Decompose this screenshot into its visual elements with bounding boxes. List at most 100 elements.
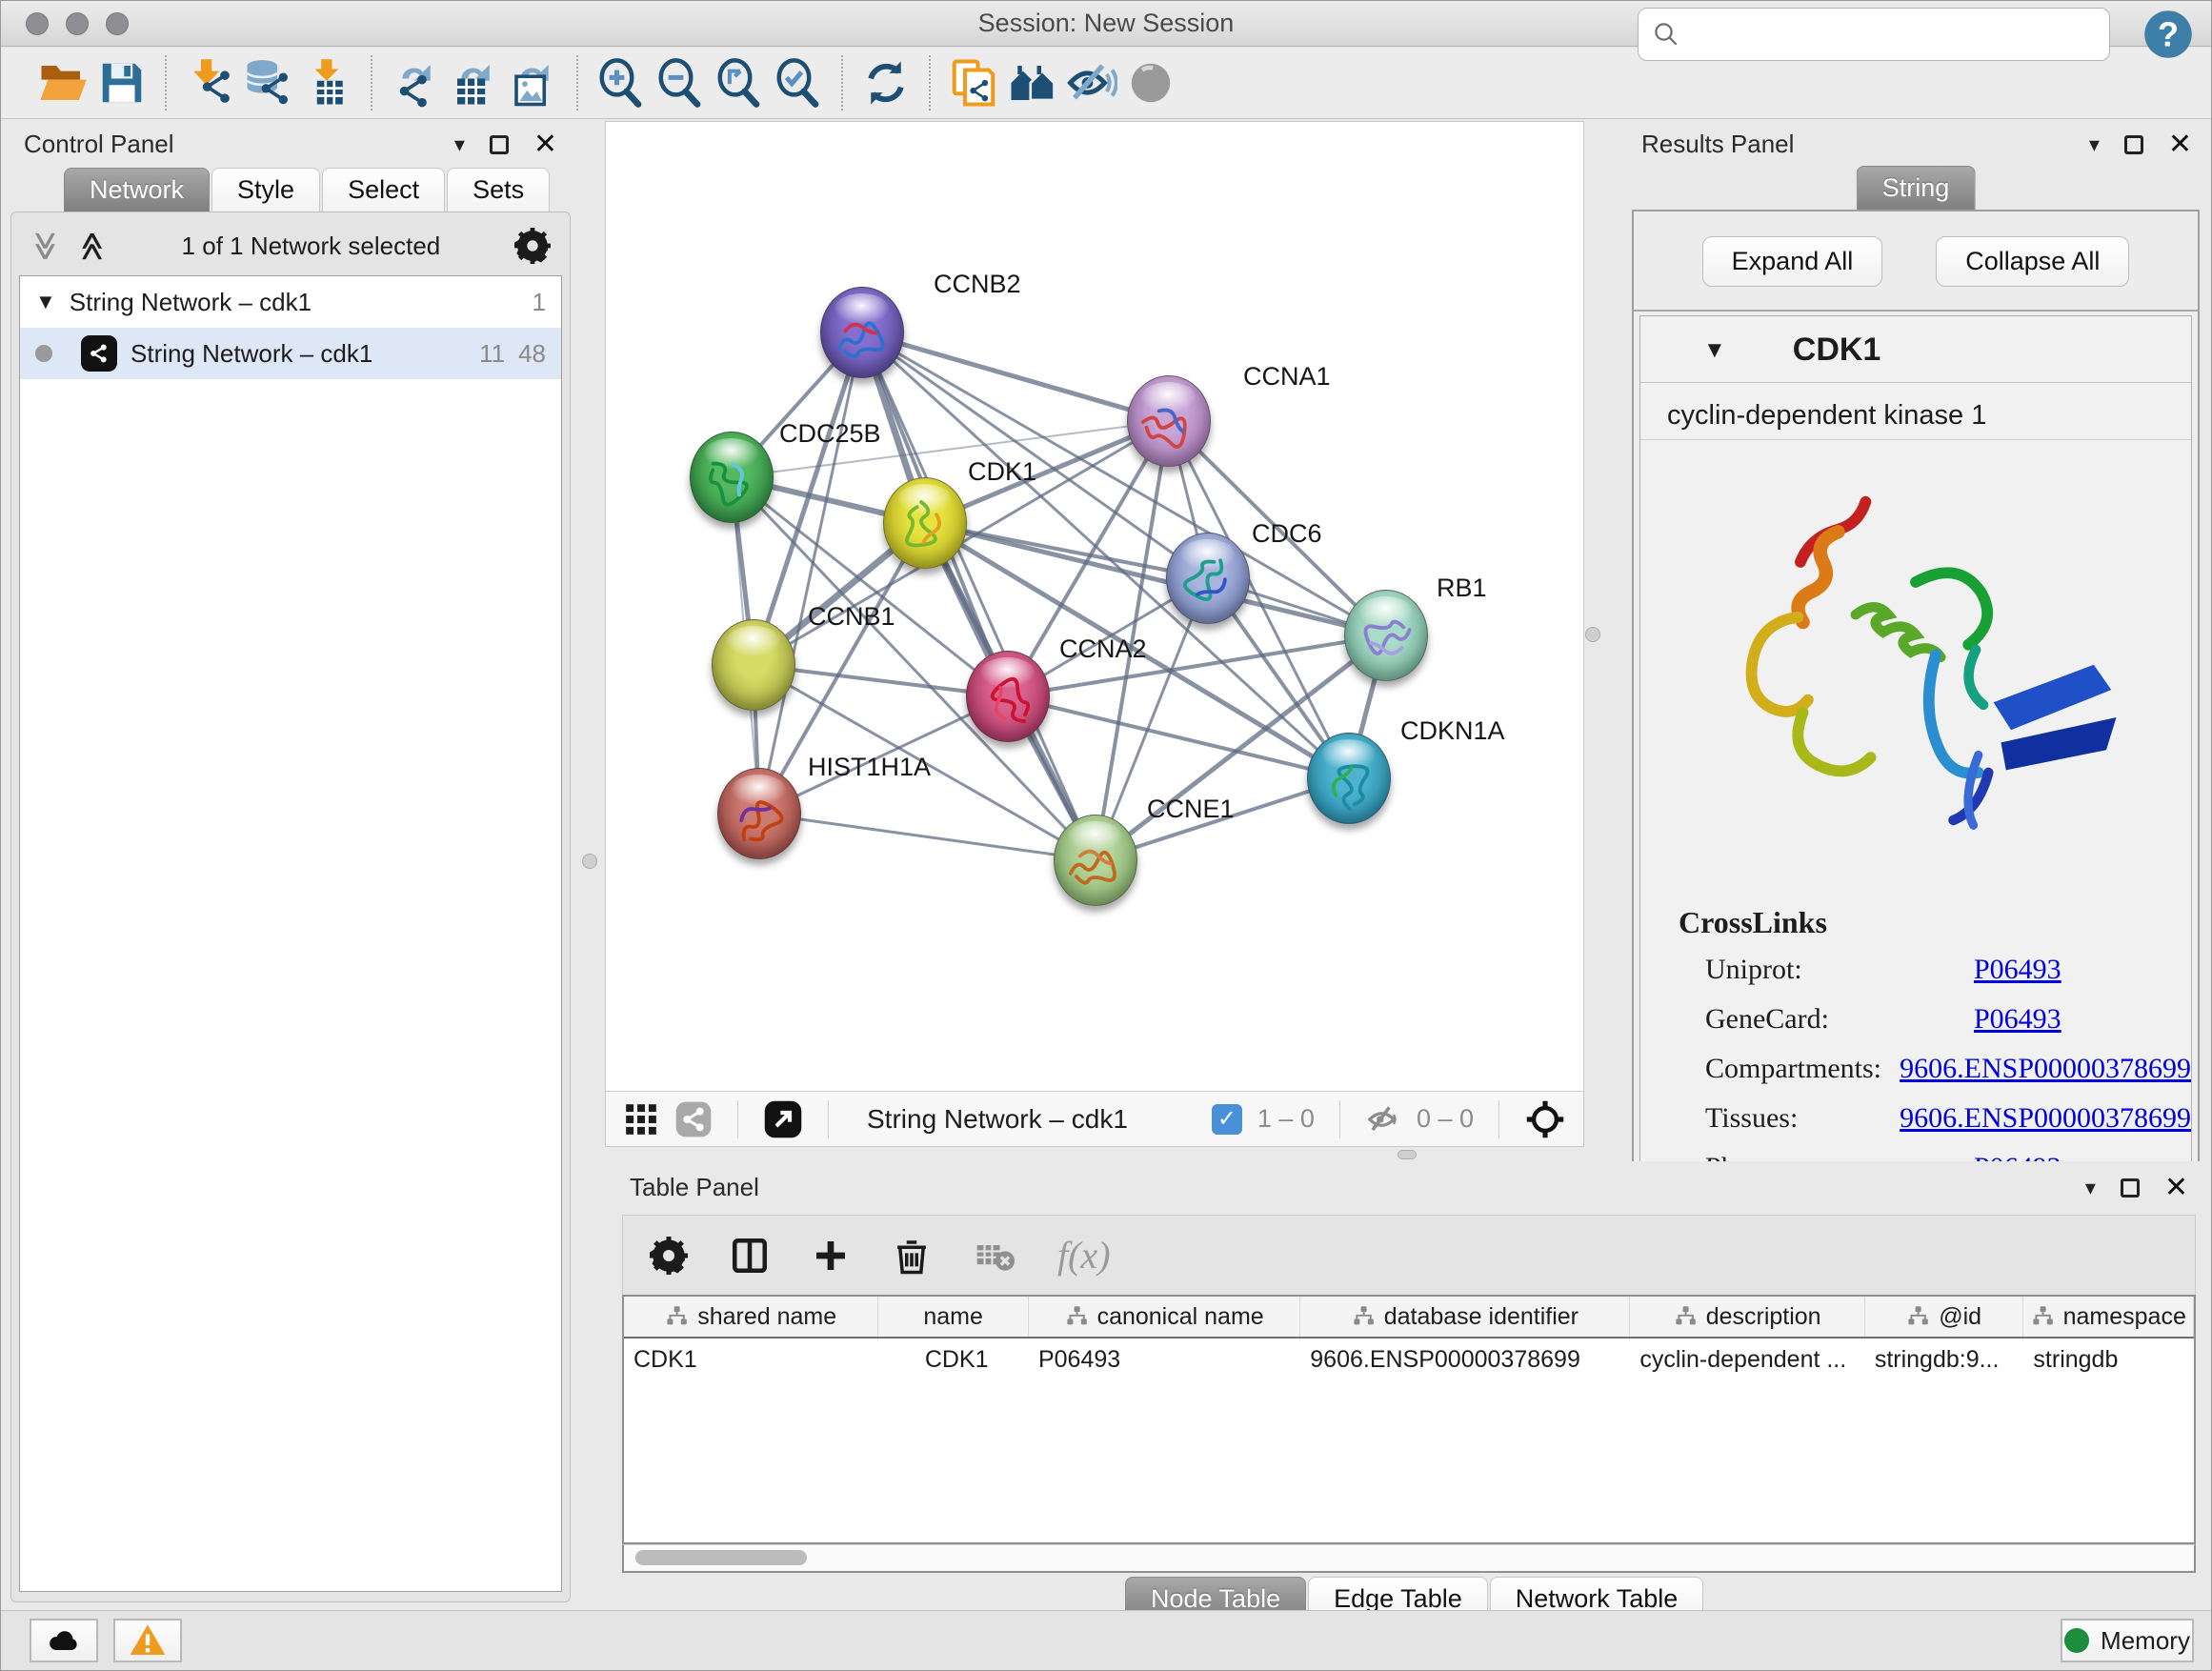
delete-column-trash-icon[interactable] bbox=[892, 1236, 932, 1276]
results-panel-close-icon[interactable]: ✕ bbox=[2168, 135, 2192, 154]
edge-CCNB2-CCNA1[interactable] bbox=[862, 332, 1169, 421]
close-window-icon[interactable] bbox=[26, 12, 49, 35]
table-row[interactable]: CDK1CDK1P064939606.ENSP00000378699cyclin… bbox=[624, 1339, 2194, 1382]
results-panel-float-icon[interactable] bbox=[2124, 135, 2143, 154]
node-CDC25B[interactable] bbox=[690, 432, 774, 523]
show-columns-icon[interactable] bbox=[730, 1236, 770, 1276]
expand-all-networks-icon[interactable]: ≫ bbox=[29, 231, 62, 260]
tab-sets[interactable]: Sets bbox=[447, 168, 550, 212]
column-header-database-identifier[interactable]: database identifier bbox=[1300, 1297, 1630, 1337]
scrollbar-thumb[interactable] bbox=[635, 1550, 807, 1565]
column-header-name[interactable]: name bbox=[878, 1297, 1029, 1337]
show-all-button[interactable] bbox=[1121, 53, 1180, 112]
gene-section-header[interactable]: ▼ CDK1 bbox=[1640, 316, 2191, 383]
import-table-file-button[interactable] bbox=[298, 53, 357, 112]
export-network-button[interactable] bbox=[386, 53, 445, 112]
node-CCNA1[interactable] bbox=[1127, 375, 1211, 467]
column-header-shared-name[interactable]: shared name bbox=[624, 1297, 878, 1337]
maximize-window-icon[interactable] bbox=[106, 12, 129, 35]
collapse-all-networks-icon[interactable]: ≫ bbox=[76, 231, 110, 260]
birdseye-view-icon[interactable] bbox=[763, 1099, 803, 1139]
tab-network[interactable]: Network bbox=[64, 168, 210, 212]
node-CCNA2[interactable] bbox=[966, 651, 1050, 742]
gene-collapse-icon[interactable]: ▼ bbox=[1703, 337, 1726, 364]
detach-view-icon[interactable] bbox=[674, 1100, 713, 1138]
network-collection-row[interactable]: ▼ String Network – cdk1 1 bbox=[20, 276, 561, 328]
grid-mode-icon[interactable] bbox=[623, 1101, 659, 1137]
collection-expand-icon[interactable]: ▼ bbox=[35, 290, 56, 314]
edge-HIST1H1A-CCNE1[interactable] bbox=[759, 814, 1096, 860]
table-cell[interactable]: stringdb:9... bbox=[1865, 1339, 2024, 1382]
column-header-canonical-name[interactable]: canonical name bbox=[1029, 1297, 1300, 1337]
table-panel-float-icon[interactable] bbox=[2121, 1178, 2140, 1198]
edge-CCNB2-HIST1H1A[interactable] bbox=[759, 332, 862, 814]
table-cell[interactable]: cyclin-dependent ... bbox=[1630, 1339, 1864, 1382]
node-CCNE1[interactable] bbox=[1054, 815, 1137, 906]
node-CDKN1A[interactable] bbox=[1307, 733, 1391, 824]
zoom-selected-button[interactable] bbox=[769, 53, 828, 112]
node-table[interactable]: shared namenamecanonical namedatabase id… bbox=[622, 1295, 2196, 1544]
add-column-icon[interactable] bbox=[812, 1237, 850, 1275]
search-input[interactable] bbox=[1688, 20, 2088, 50]
table-cell[interactable]: CDK1 bbox=[878, 1339, 1029, 1382]
network-from-selection-button[interactable] bbox=[944, 53, 1003, 112]
zoom-in-button[interactable] bbox=[592, 53, 651, 112]
hide-selected-button[interactable] bbox=[1062, 53, 1121, 112]
control-panel-collapse-icon[interactable]: ▾ bbox=[454, 132, 465, 157]
open-session-button[interactable] bbox=[33, 53, 92, 112]
crosslink-link-2[interactable]: 9606.ENSP00000378699 bbox=[1900, 1053, 2191, 1085]
table-panel-close-icon[interactable]: ✕ bbox=[2164, 1178, 2188, 1198]
export-image-button[interactable] bbox=[504, 53, 563, 112]
table-panel-collapse-icon[interactable]: ▾ bbox=[2085, 1176, 2096, 1200]
minimize-window-icon[interactable] bbox=[66, 12, 89, 35]
fit-selected-crosshair-icon[interactable] bbox=[1524, 1098, 1566, 1140]
table-settings-gear-icon[interactable] bbox=[650, 1237, 688, 1275]
control-panel-float-icon[interactable] bbox=[490, 135, 509, 154]
node-RB1[interactable] bbox=[1344, 590, 1428, 681]
import-network-database-button[interactable] bbox=[239, 53, 298, 112]
tab-style[interactable]: Style bbox=[211, 168, 320, 212]
collapse-all-button[interactable]: Collapse All bbox=[1936, 236, 2129, 287]
table-cell[interactable]: CDK1 bbox=[624, 1339, 878, 1382]
network-row[interactable]: String Network – cdk1 11 48 bbox=[20, 328, 561, 379]
table-horizontal-scrollbar[interactable] bbox=[622, 1544, 2196, 1573]
apply-layout-button[interactable] bbox=[856, 53, 915, 112]
network-view[interactable]: CCNB2CCNA1CDC25BCDK1CDC6RB1CCNB1CCNA2CDK… bbox=[605, 121, 1584, 1147]
crosslink-link-0[interactable]: P06493 bbox=[1974, 954, 2061, 986]
first-neighbors-button[interactable] bbox=[1003, 53, 1062, 112]
node-CCNB2[interactable] bbox=[820, 287, 904, 378]
node-CDC6[interactable] bbox=[1166, 533, 1250, 624]
memory-button[interactable]: Memory bbox=[2061, 1619, 2194, 1662]
warnings-button[interactable] bbox=[113, 1619, 182, 1662]
left-splitter-handle[interactable] bbox=[582, 854, 597, 869]
crosslink-link-1[interactable]: P06493 bbox=[1974, 1003, 2061, 1036]
tab-string[interactable]: String bbox=[1857, 166, 1976, 211]
cloud-status-button[interactable] bbox=[30, 1619, 98, 1662]
crosslink-link-3[interactable]: 9606.ENSP00000378699 bbox=[1900, 1102, 2191, 1135]
window-controls[interactable] bbox=[26, 12, 129, 35]
export-table-button[interactable] bbox=[445, 53, 504, 112]
network-canvas[interactable]: CCNB2CCNA1CDC25BCDK1CDC6RB1CCNB1CCNA2CDK… bbox=[606, 122, 1585, 1092]
save-session-button[interactable] bbox=[92, 53, 151, 112]
table-cell[interactable]: 9606.ENSP00000378699 bbox=[1300, 1339, 1630, 1382]
network-options-gear-icon[interactable] bbox=[514, 228, 551, 264]
node-CCNB1[interactable] bbox=[712, 619, 795, 711]
control-panel-close-icon[interactable]: ✕ bbox=[533, 135, 557, 154]
results-panel-collapse-icon[interactable]: ▾ bbox=[2089, 132, 2100, 157]
right-splitter-handle[interactable] bbox=[1585, 627, 1600, 642]
column-header--id[interactable]: @id bbox=[1865, 1297, 2024, 1337]
zoom-out-button[interactable] bbox=[651, 53, 710, 112]
node-CDK1[interactable] bbox=[883, 477, 967, 569]
search-box[interactable] bbox=[1638, 8, 2110, 61]
table-cell[interactable]: P06493 bbox=[1029, 1339, 1300, 1382]
table-cell[interactable]: stringdb bbox=[2023, 1339, 2194, 1382]
expand-all-button[interactable]: Expand All bbox=[1702, 236, 1883, 287]
import-network-file-button[interactable] bbox=[180, 53, 239, 112]
node-HIST1H1A[interactable] bbox=[717, 768, 801, 859]
selected-nodes-checkbox[interactable]: ✓ bbox=[1212, 1104, 1242, 1135]
help-button[interactable] bbox=[2142, 9, 2194, 60]
hidden-elements-icon[interactable] bbox=[1365, 1101, 1401, 1137]
column-header-namespace[interactable]: namespace bbox=[2023, 1297, 2194, 1337]
column-header-description[interactable]: description bbox=[1630, 1297, 1864, 1337]
tab-select[interactable]: Select bbox=[322, 168, 445, 212]
